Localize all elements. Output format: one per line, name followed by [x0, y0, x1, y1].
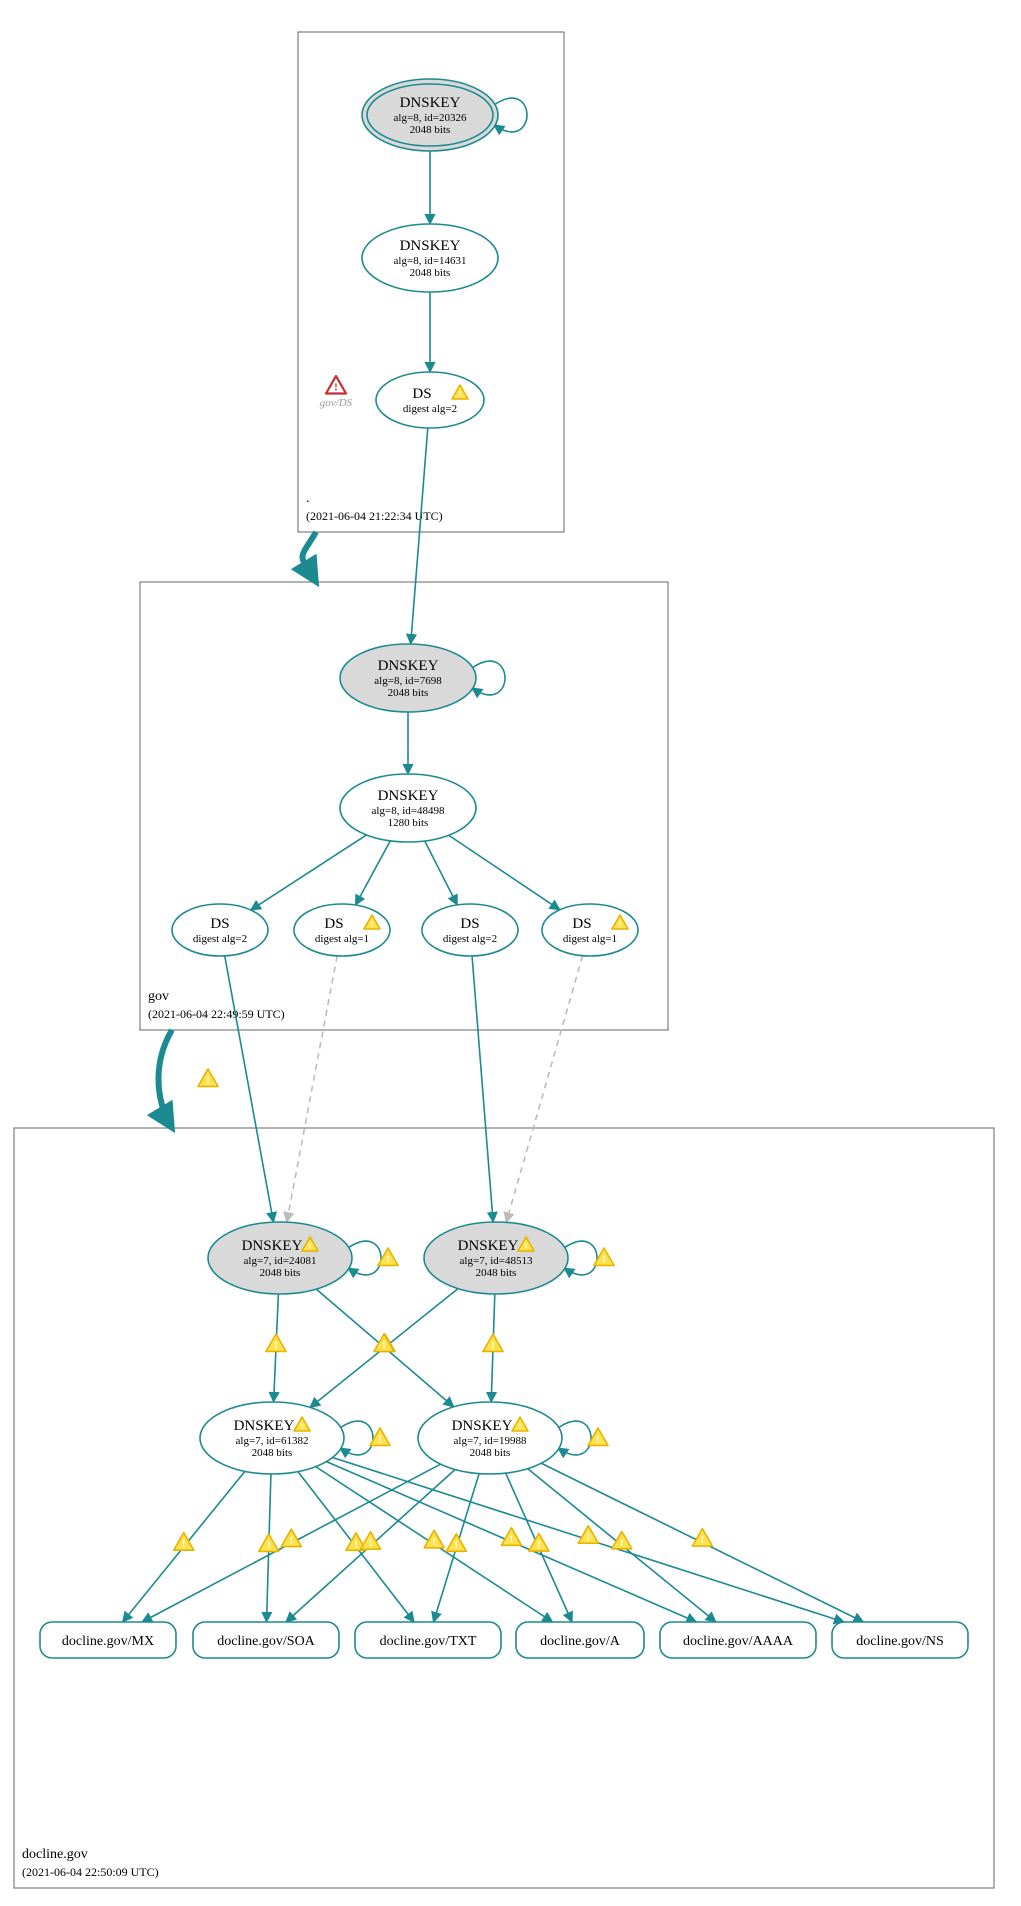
svg-text:!: !	[620, 1537, 624, 1549]
zone-title: .	[306, 491, 310, 506]
node-sub2: 2048 bits	[260, 1267, 301, 1279]
svg-text:!: !	[596, 1434, 600, 1446]
svg-text:!: !	[369, 1537, 373, 1549]
node-sub1: alg=7, id=24081	[244, 1255, 317, 1267]
svg-text:!: !	[267, 1539, 271, 1551]
rr-label: docline.gov/TXT	[380, 1634, 477, 1649]
node-sub1: digest alg=2	[193, 933, 247, 945]
rr-label: docline.gov/NS	[856, 1634, 944, 1649]
svg-text:!: !	[382, 1340, 386, 1352]
svg-text:!: !	[206, 1075, 210, 1087]
node-sub2: 1280 bits	[388, 817, 429, 829]
node-sub1: digest alg=2	[403, 403, 457, 415]
node-sub2: 2048 bits	[410, 124, 451, 136]
node-title: DNSKEY	[378, 788, 439, 804]
svg-text:!: !	[454, 1539, 458, 1551]
node-title: DS	[324, 916, 343, 932]
node-title: DNSKEY	[242, 1238, 303, 1254]
svg-text:!: !	[386, 1254, 390, 1266]
node-title: DNSKEY	[458, 1238, 519, 1254]
svg-text:!: !	[491, 1340, 495, 1352]
node-sub1: alg=8, id=48498	[372, 805, 445, 817]
node-sub1: digest alg=2	[443, 933, 497, 945]
dnssec-diagram: . (2021-06-04 21:22:34 UTC) gov (2021-06-04…	[0, 0, 1021, 1906]
node-title: DNSKEY	[452, 1418, 513, 1434]
svg-text:!: !	[334, 382, 338, 394]
node-sub1: alg=8, id=20326	[394, 112, 467, 124]
node-title: DNSKEY	[234, 1418, 295, 1434]
node-sub1: alg=8, id=14631	[394, 255, 467, 267]
svg-text:!: !	[510, 1533, 514, 1545]
node-title: DS	[460, 916, 479, 932]
zone-timestamp: (2021-06-04 22:49:59 UTC)	[148, 1007, 285, 1021]
zone-arrow	[303, 532, 317, 582]
svg-text:!: !	[354, 1538, 358, 1550]
svg-text:!: !	[309, 1241, 312, 1251]
node-title: DS	[412, 386, 431, 402]
node-title: DNSKEY	[400, 238, 461, 254]
svg-text:!: !	[537, 1539, 541, 1551]
node-sub1: alg=7, id=48513	[460, 1255, 533, 1267]
node-sub1: alg=8, id=7698	[374, 675, 442, 687]
error-label: gov/DS	[320, 397, 353, 409]
node-title: DS	[210, 916, 229, 932]
svg-text:!: !	[519, 1421, 522, 1431]
svg-text:!: !	[371, 919, 374, 929]
zone-timestamp: (2021-06-04 22:50:09 UTC)	[22, 1865, 159, 1879]
svg-text:!: !	[289, 1535, 293, 1547]
node-title: DNSKEY	[400, 95, 461, 111]
svg-text:!: !	[274, 1340, 278, 1352]
node-title: DS	[572, 916, 591, 932]
svg-text:!: !	[602, 1254, 606, 1266]
node-sub2: 2048 bits	[410, 267, 451, 279]
rr-label: docline.gov/A	[540, 1634, 621, 1649]
node-sub2: 2048 bits	[470, 1447, 511, 1459]
svg-text:!: !	[525, 1241, 528, 1251]
rr-label: docline.gov/SOA	[217, 1634, 315, 1649]
svg-text:!: !	[586, 1531, 590, 1543]
node-sub1: digest alg=1	[315, 933, 369, 945]
zone-title: gov	[148, 989, 169, 1004]
zone-title: docline.gov	[22, 1847, 88, 1862]
node-sub2: 2048 bits	[252, 1447, 293, 1459]
svg-text:!: !	[701, 1534, 705, 1546]
node-sub2: 2048 bits	[476, 1267, 517, 1279]
rr-label: docline.gov/AAAA	[683, 1634, 794, 1649]
node-sub1: alg=7, id=19988	[454, 1435, 527, 1447]
rr-label: docline.gov/MX	[62, 1634, 154, 1649]
node-sub1: alg=7, id=61382	[236, 1435, 309, 1447]
zone-arrow	[159, 1030, 173, 1128]
zone-timestamp: (2021-06-04 21:22:34 UTC)	[306, 509, 443, 523]
svg-text:!: !	[619, 919, 622, 929]
node-sub1: digest alg=1	[563, 933, 617, 945]
svg-text:!: !	[378, 1434, 382, 1446]
svg-text:!: !	[432, 1536, 436, 1548]
svg-text:!: !	[182, 1538, 186, 1550]
svg-text:!: !	[301, 1421, 304, 1431]
node-sub2: 2048 bits	[388, 687, 429, 699]
node-title: DNSKEY	[378, 658, 439, 674]
svg-text:!: !	[459, 389, 462, 399]
